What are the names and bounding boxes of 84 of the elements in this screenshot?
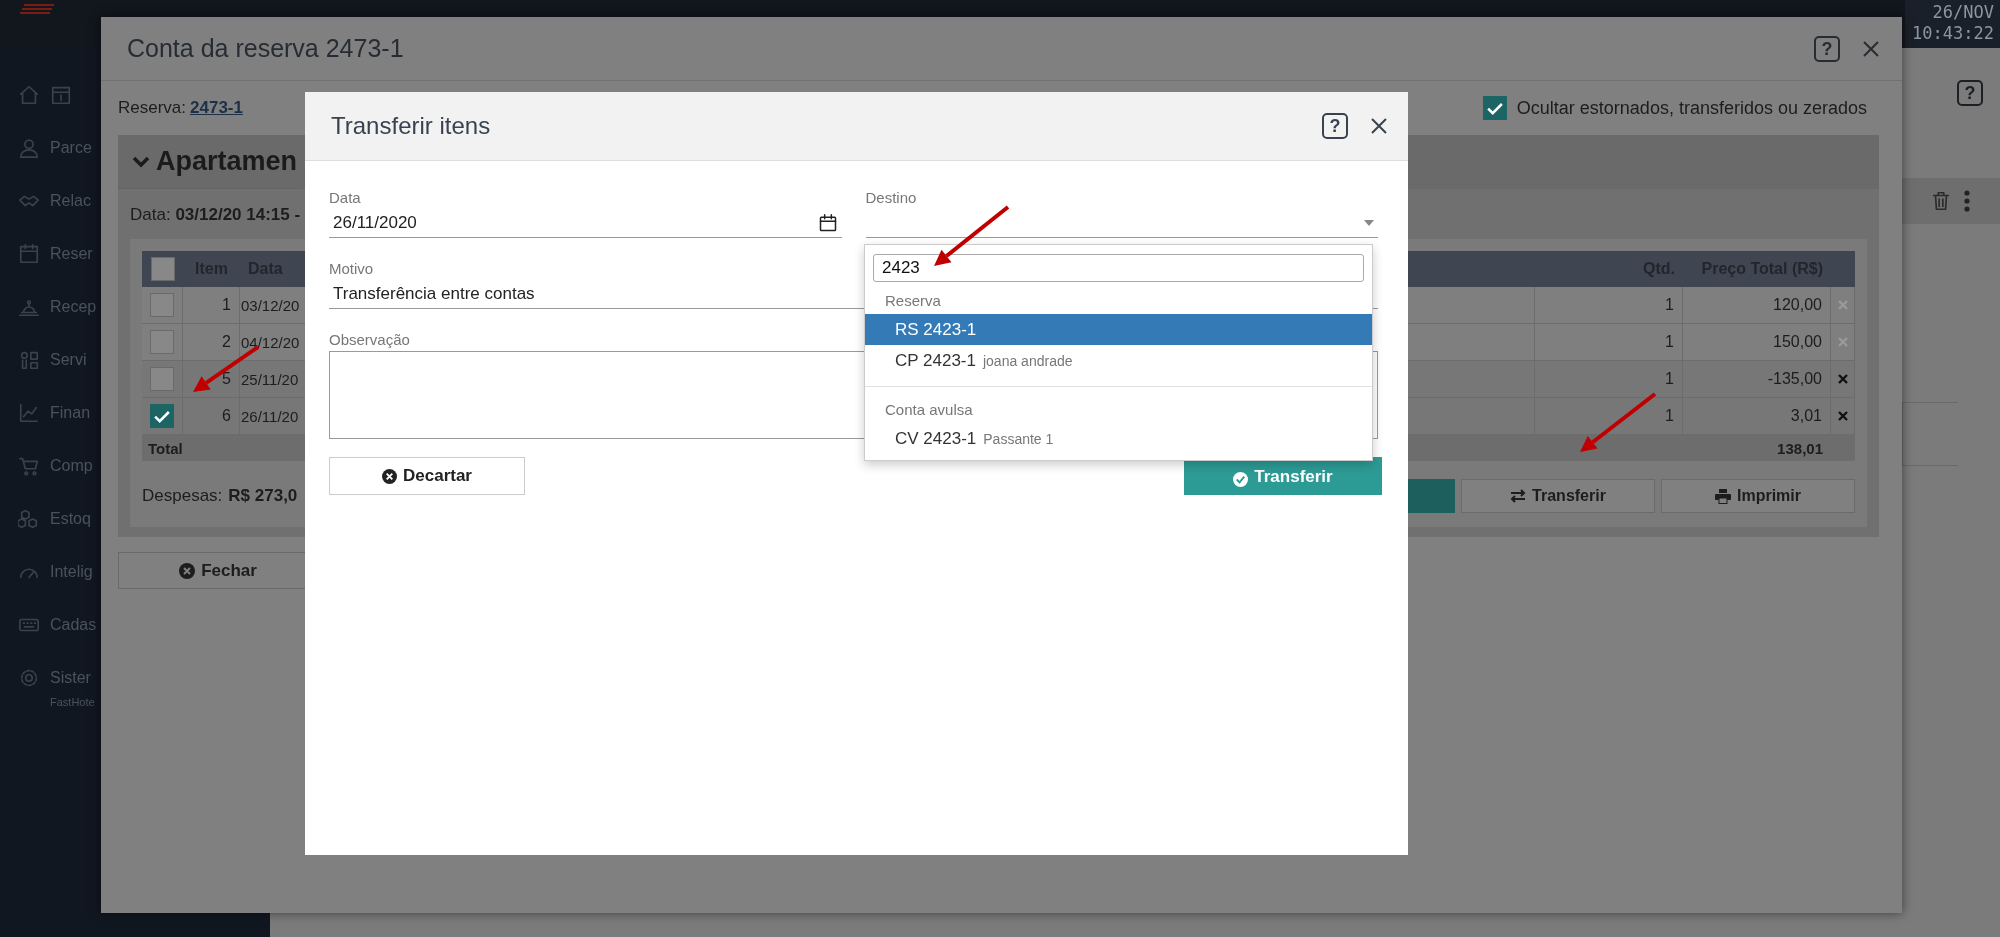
remove-icon[interactable] [1837,374,1848,384]
table-cell: 04/12/20 [241,333,300,351]
checkmark-icon [154,409,170,423]
table-cell: 1 [222,296,231,314]
field-label: Motivo [329,260,374,277]
discard-button[interactable]: Decartar [329,457,525,495]
remove-icon[interactable] [1837,411,1848,421]
table-cell: 150,00 [1773,333,1822,351]
checkmark-icon [1486,101,1503,115]
dropdown-option[interactable]: RS 2423-1 [865,314,1372,345]
table-cell: 1 [1665,407,1674,425]
close-circle-icon [179,562,196,579]
exchange-icon [1510,489,1527,503]
table-cell: 25/11/20 [241,370,299,388]
help-button[interactable]: ? [1814,35,1840,62]
row-checkbox[interactable] [150,404,174,428]
boxes-icon [18,507,40,530]
table-cell: 6 [222,407,231,425]
hide-checkbox[interactable] [1482,96,1507,120]
reserva-link[interactable]: 2473-1 [190,98,243,117]
menu-item[interactable]: Recep [50,297,97,316]
field-label: Data [329,189,361,206]
brand-text: FastHote [50,696,95,708]
table-cell: 3,01 [1790,407,1822,425]
menu-item[interactable]: Cadas [50,615,97,634]
calendar-icon [18,242,40,265]
table-cell: 1 [1665,333,1674,351]
table-cell: 2 [222,333,231,351]
menu-item[interactable]: Servi [50,350,87,369]
help-button[interactable]: ? [1322,113,1348,139]
menu-item[interactable]: Finan [50,403,91,422]
menu-item[interactable]: Sister [50,668,91,687]
group-label: Reserva [884,291,942,311]
table-cell: -135,00 [1767,370,1822,388]
reserva-label: Reserva: [118,98,187,117]
field-label: Destino [865,189,917,206]
printer-icon [1715,488,1731,504]
kebab-menu-icon[interactable] [1964,190,1970,212]
expenses-label: Despesas: [142,486,223,505]
close-icon[interactable] [1370,117,1388,135]
close-icon[interactable] [1862,39,1880,58]
dropdown-option[interactable]: CP 2423-1 joana andrade [865,345,1372,376]
dropdown-option[interactable]: CV 2423-1 Passante 1 [865,423,1372,454]
row-checkbox[interactable] [150,367,174,391]
menu-item[interactable]: Intelig [50,562,93,581]
total-value: 138,01 [1777,439,1823,457]
select-all-checkbox[interactable] [150,257,175,281]
total-label: Total [148,439,183,457]
transfer-button[interactable]: Transferir [1461,479,1655,513]
print-button[interactable]: Imprimir [1661,479,1855,513]
menu-item[interactable]: Parce [50,138,92,157]
close-circle-icon [382,468,397,484]
transfer-button[interactable]: Transferir [1184,457,1382,495]
group-label: Conta avulsa [884,400,974,420]
dialog-title: Transferir itens [331,112,491,140]
table-cell: 120,00 [1773,296,1822,314]
search-field[interactable]: 2423 [873,254,1364,282]
menu-item[interactable]: Reser [50,244,93,263]
clock-date: 26/NOV [1932,2,1994,23]
date-text: Data: 03/12/20 14:15 - [130,205,301,225]
table-cell: 1 [1665,370,1674,388]
chart-icon [18,401,40,424]
field-label: Observação [329,331,410,348]
table-cell: 5 [222,370,231,388]
menu-item[interactable]: Comp [50,456,93,475]
menu-item[interactable]: Relac [50,191,91,210]
row-checkbox[interactable] [150,330,174,354]
check-circle-icon [1233,472,1249,487]
row-checkbox[interactable] [150,293,174,317]
checkbox-label: Ocultar estornados, transferidos ou zerados [1516,97,1867,119]
expenses-value: R$ 273,0 [228,486,298,505]
table-cell: 26/11/20 [241,407,299,425]
help-button[interactable]: ? [1957,80,1983,106]
clock-time: 10:43:22 [1912,23,1994,44]
caret-icon [1364,220,1374,226]
trash-icon [1930,189,1952,213]
window-title: Conta da reserva 2473-1 [127,34,404,63]
home-icon [18,83,40,106]
menu-item[interactable]: Estoq [50,509,91,528]
logo-icon [20,4,56,14]
calendar-icon [817,213,838,233]
person-icon [18,136,40,159]
table-cell: 03/12/20 [241,296,300,314]
table-cell: 1 [1665,296,1674,314]
